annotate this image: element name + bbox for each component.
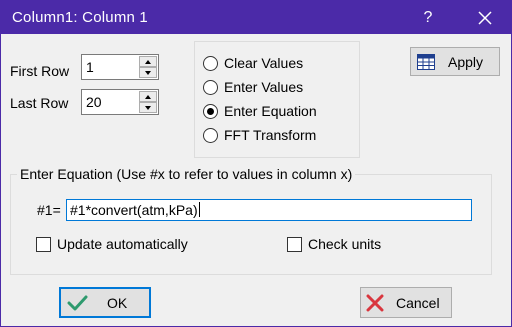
cancel-button[interactable]: Cancel: [360, 287, 452, 318]
help-button[interactable]: ?: [417, 6, 439, 30]
first-row-label: First Row: [10, 63, 70, 79]
checkmark-icon: [66, 293, 88, 316]
arrow-up-icon: [145, 95, 151, 99]
apply-label: Apply: [448, 54, 484, 70]
last-row-label: Last Row: [10, 95, 69, 111]
last-row-value[interactable]: 20: [86, 94, 102, 110]
cancel-x-icon: [365, 294, 385, 315]
checkbox-box[interactable]: [36, 237, 51, 252]
checkbox-label[interactable]: Check units: [308, 236, 381, 252]
radio-label[interactable]: FFT Transform: [224, 127, 316, 143]
last-row-stepper[interactable]: 20: [81, 89, 159, 115]
arrow-down-icon: [145, 71, 151, 75]
radio-circle[interactable]: [203, 56, 218, 71]
window-title: Column1: Column 1: [12, 9, 148, 26]
first-row-up-button[interactable]: [139, 56, 157, 67]
last-row-up-button[interactable]: [139, 91, 157, 102]
last-row-down-button[interactable]: [139, 102, 157, 113]
close-icon[interactable]: [473, 6, 497, 30]
arrow-up-icon: [145, 60, 151, 64]
first-row-down-button[interactable]: [139, 67, 157, 78]
radio-label[interactable]: Enter Values: [224, 79, 303, 95]
equation-prefix: #1=: [37, 202, 61, 218]
title-bar[interactable]: Column1: Column 1 ?: [1, 1, 511, 34]
radio-label[interactable]: Clear Values: [224, 55, 303, 71]
text-caret: [198, 202, 200, 217]
equation-group: Enter Equation (Use #x to refer to value…: [10, 166, 492, 275]
radio-circle[interactable]: [203, 128, 218, 143]
radio-circle-selected[interactable]: [203, 104, 218, 119]
checkbox-box[interactable]: [287, 237, 302, 252]
radio-circle[interactable]: [203, 80, 218, 95]
apply-button[interactable]: Apply: [410, 47, 500, 76]
table-icon: [417, 54, 435, 73]
dialog-window: Column1: Column 1 ? First Row 1 Last Row…: [0, 0, 512, 327]
radio-dot: [207, 108, 214, 115]
cancel-label: Cancel: [396, 295, 440, 311]
equation-group-title: Enter Equation (Use #x to refer to value…: [17, 166, 356, 182]
ok-button[interactable]: OK: [59, 287, 151, 318]
first-row-stepper[interactable]: 1: [81, 54, 159, 80]
equation-value[interactable]: #1*convert(atm,kPa): [70, 202, 198, 218]
equation-input[interactable]: #1*convert(atm,kPa): [66, 199, 472, 221]
dialog-body: First Row 1 Last Row 20 Clear Values Ent…: [1, 34, 511, 326]
ok-label: OK: [107, 295, 128, 311]
first-row-value[interactable]: 1: [86, 59, 94, 75]
mode-radio-group: Clear Values Enter Values Enter Equation…: [194, 41, 360, 158]
radio-label[interactable]: Enter Equation: [224, 103, 317, 119]
arrow-down-icon: [145, 106, 151, 110]
checkbox-label[interactable]: Update automatically: [57, 236, 188, 252]
